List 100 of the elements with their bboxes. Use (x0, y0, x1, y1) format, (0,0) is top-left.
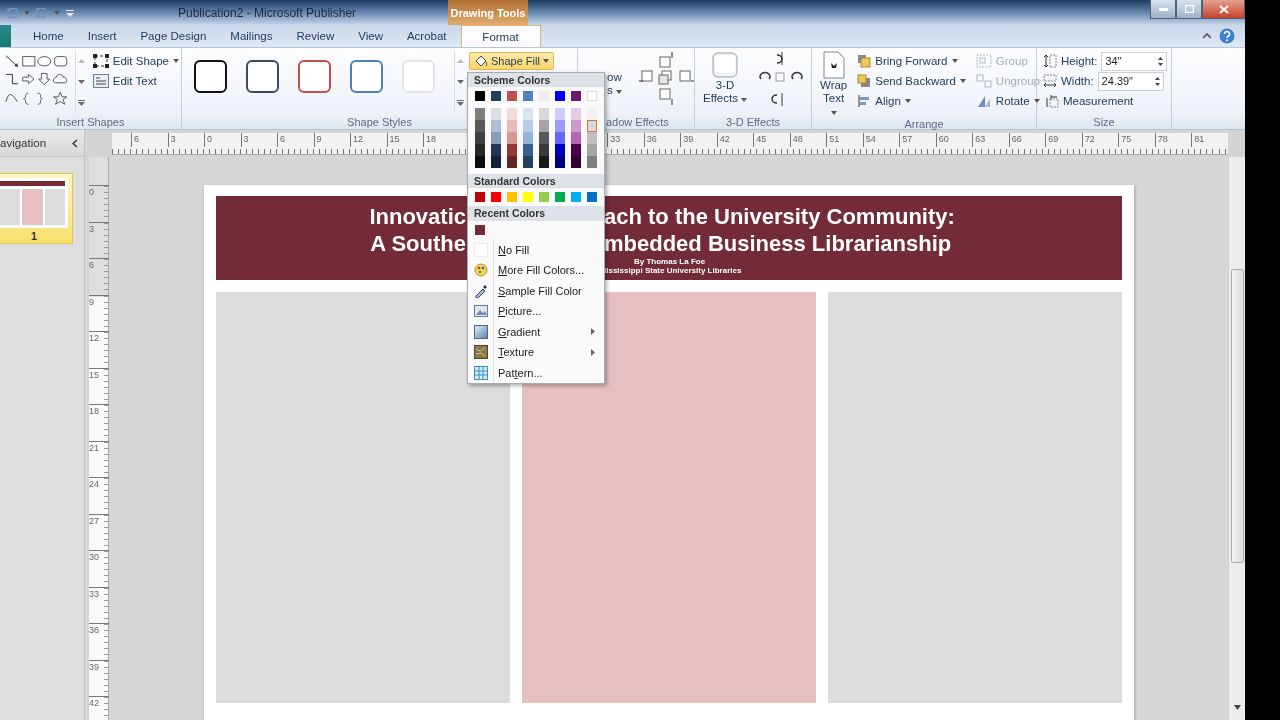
color-swatch[interactable] (475, 91, 485, 102)
ribbon-tab[interactable]: Home (21, 25, 76, 47)
ribbon-tab[interactable]: Format (460, 25, 541, 47)
color-swatch[interactable] (555, 120, 565, 133)
color-swatch[interactable] (475, 224, 485, 235)
redo-icon[interactable] (36, 7, 48, 18)
scroll-down-icon[interactable] (457, 79, 464, 85)
menu-item[interactable]: Picture... (468, 301, 604, 322)
color-swatch[interactable] (587, 144, 597, 157)
color-swatch[interactable] (587, 156, 597, 169)
color-swatch[interactable] (539, 192, 549, 203)
color-swatch[interactable] (523, 156, 533, 169)
color-swatch[interactable] (571, 132, 581, 145)
color-swatch[interactable] (491, 144, 501, 157)
ribbon-button[interactable]: Bring Forward (855, 51, 968, 71)
color-swatch[interactable] (523, 91, 533, 102)
ribbon-button[interactable]: Align (855, 91, 968, 111)
menu-item[interactable]: Sample Fill Color (468, 280, 604, 301)
spinner-icon[interactable] (1158, 55, 1164, 67)
scroll-up-icon[interactable] (78, 58, 86, 65)
more-icon[interactable] (78, 99, 86, 106)
color-swatch[interactable] (491, 156, 501, 169)
ribbon-button[interactable]: Edit Shape (90, 51, 181, 71)
color-swatch[interactable] (539, 156, 549, 169)
scroll-down-icon[interactable] (78, 79, 86, 85)
customize-menu-icon[interactable] (66, 8, 74, 17)
ribbon-button[interactable]: Edit Text (90, 71, 181, 91)
color-swatch[interactable] (475, 192, 485, 203)
color-swatch[interactable] (571, 144, 581, 157)
color-swatch[interactable] (555, 192, 565, 203)
ribbon-tab[interactable]: Page Design (128, 25, 219, 47)
color-swatch[interactable] (539, 132, 549, 145)
minimize-button[interactable] (1150, 0, 1176, 19)
scroll-up-icon[interactable] (457, 58, 464, 65)
color-swatch[interactable] (555, 144, 565, 157)
scroll-down-icon[interactable] (1233, 705, 1241, 710)
spinner-icon[interactable] (1154, 75, 1160, 87)
color-swatch[interactable] (507, 144, 517, 157)
menu-item[interactable]: Gradient (468, 321, 604, 342)
color-swatch[interactable] (587, 120, 597, 133)
color-swatch[interactable] (571, 156, 581, 169)
color-swatch[interactable] (555, 91, 565, 102)
collapse-pane-icon[interactable] (72, 138, 78, 148)
color-swatch[interactable] (539, 108, 549, 121)
color-swatch[interactable] (587, 108, 597, 121)
color-swatch[interactable] (507, 108, 517, 121)
shape-style-swatch[interactable] (246, 60, 279, 93)
color-swatch[interactable] (491, 108, 501, 121)
wrap-text-button[interactable]: Wrap Text (818, 51, 850, 118)
color-swatch[interactable] (507, 91, 517, 102)
color-swatch[interactable] (491, 120, 501, 133)
color-swatch[interactable] (507, 156, 517, 169)
color-swatch[interactable] (571, 91, 581, 102)
shape-style-swatch[interactable] (194, 60, 227, 93)
menu-item[interactable]: No Fill (468, 239, 604, 260)
undo-icon[interactable] (6, 7, 18, 18)
page-thumbnail[interactable]: 1 (0, 173, 73, 244)
more-icon[interactable] (457, 99, 464, 106)
color-swatch[interactable] (571, 108, 581, 121)
color-swatch[interactable] (555, 132, 565, 145)
color-swatch[interactable] (491, 192, 501, 203)
color-swatch[interactable] (587, 91, 597, 102)
color-swatch[interactable] (475, 120, 485, 133)
ribbon-tab[interactable]: View (346, 25, 395, 47)
color-swatch[interactable] (587, 192, 597, 203)
color-swatch[interactable] (491, 132, 501, 145)
color-swatch[interactable] (475, 144, 485, 157)
color-swatch[interactable] (523, 144, 533, 157)
ribbon-tab[interactable]: Mailings (218, 25, 285, 47)
collapse-ribbon-icon[interactable] (1203, 33, 1211, 39)
ribbon-button[interactable]: Send Backward (855, 71, 968, 91)
size-input[interactable]: 24.39" (1097, 71, 1164, 91)
help-icon[interactable] (1219, 28, 1235, 44)
color-swatch[interactable] (555, 108, 565, 121)
ribbon-tab[interactable]: Acrobat (394, 25, 459, 47)
color-swatch[interactable] (507, 120, 517, 133)
color-swatch[interactable] (523, 192, 533, 203)
shadow-effects-button[interactable]: ow s (605, 71, 624, 97)
color-swatch[interactable] (523, 132, 533, 145)
measurement-button[interactable]: Measurement (1043, 91, 1168, 111)
color-swatch[interactable] (507, 132, 517, 145)
ribbon-button[interactable]: Rotate (973, 91, 1042, 111)
menu-item[interactable]: Pattern... (468, 362, 604, 383)
color-swatch[interactable] (475, 156, 485, 169)
ribbon-tab[interactable]: Review (284, 25, 347, 47)
shape-style-swatch[interactable] (350, 60, 383, 93)
color-swatch[interactable] (571, 120, 581, 133)
color-swatch[interactable] (571, 192, 581, 203)
color-swatch[interactable] (523, 120, 533, 133)
color-swatch[interactable] (555, 156, 565, 169)
color-swatch[interactable] (475, 132, 485, 145)
color-swatch[interactable] (587, 132, 597, 145)
menu-item[interactable]: Texture (468, 342, 604, 363)
close-button[interactable] (1202, 0, 1245, 19)
color-swatch[interactable] (539, 120, 549, 133)
size-input[interactable]: 34" (1101, 51, 1168, 71)
ribbon-tab[interactable]: Insert (75, 25, 129, 47)
menu-item[interactable]: More Fill Colors... (468, 260, 604, 281)
color-swatch[interactable] (475, 108, 485, 121)
maximize-button[interactable] (1176, 0, 1202, 19)
